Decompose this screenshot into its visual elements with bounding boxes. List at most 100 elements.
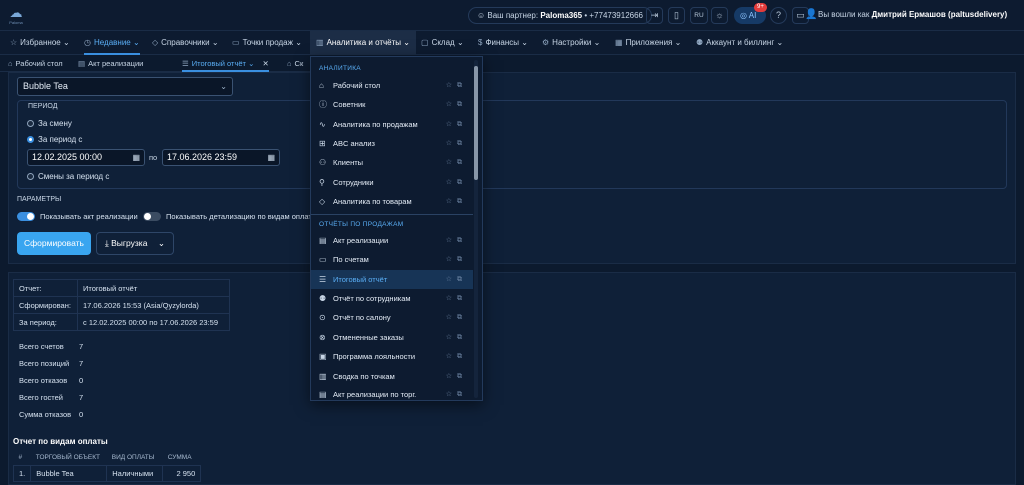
- favorite-open-icons[interactable]: ☆⧉: [446, 153, 467, 172]
- favorite-open-icons[interactable]: ☆⧉: [446, 250, 467, 269]
- users-icon: ⚇: [319, 158, 327, 167]
- nav-account-billing[interactable]: ⚉ Аккаунт и биллинг ⌄: [696, 31, 783, 55]
- favorite-open-icons[interactable]: ☆⧉: [446, 385, 467, 401]
- nav-points-of-sale[interactable]: ▭ Точки продаж ⌄: [232, 31, 302, 55]
- menu-item-employees[interactable]: ⚲ Сотрудники ☆⧉: [311, 173, 473, 192]
- favorite-open-icons[interactable]: ☆⧉: [446, 270, 467, 289]
- favorite-open-icons[interactable]: ☆⧉: [446, 192, 467, 211]
- analytics-dropdown-menu: АНАЛИТИКА ⌂ Рабочий стол ☆⧉ ⓘ Советник ☆⧉ ∿ А…: [310, 56, 483, 401]
- favorite-open-icons[interactable]: ☆⧉: [446, 328, 467, 347]
- tab-sales-act[interactable]: ▤ Акт реализации: [78, 56, 143, 72]
- nav-directories[interactable]: ◇ Справочники ⌄: [152, 31, 219, 55]
- download-icon: ⤓: [105, 238, 109, 248]
- toggle-payment-label: Показывать детализацию по видам оплаты: [166, 212, 310, 221]
- close-icon[interactable]: ✕: [262, 59, 268, 68]
- favorite-open-icons[interactable]: ☆⧉: [446, 173, 467, 192]
- table-header-row: # ТОРГОВЫЙ ОБЪЕКТ ВИД ОПЛАТЫ СУММА: [13, 451, 201, 466]
- list-icon: ☰: [182, 59, 189, 68]
- menu-item-advisor[interactable]: ⓘ Советник ☆⧉: [311, 95, 473, 114]
- favorite-open-icons[interactable]: ☆⧉: [446, 76, 467, 95]
- date-to-label: по: [149, 153, 158, 162]
- favorite-open-icons[interactable]: ☆⧉: [446, 231, 467, 250]
- phone-icon[interactable]: ▯: [668, 7, 685, 24]
- date-from-input[interactable]: 12.02.2025 00:00 ▦: [27, 149, 145, 166]
- doc-icon: ▤: [78, 59, 86, 68]
- stat-label: Сумма отказов: [19, 410, 72, 419]
- gift-icon: ▣: [319, 352, 327, 361]
- stat-value: 7: [79, 393, 84, 402]
- menu-item-sales-act-trade[interactable]: ▤ Акт реализации по торг. ☆⧉: [311, 385, 473, 401]
- menu-item-sales-act[interactable]: ▤ Акт реализации ☆⧉: [311, 231, 473, 250]
- home-icon: ⌂: [319, 81, 324, 90]
- favorite-open-icons[interactable]: ☆⧉: [446, 95, 467, 114]
- menu-item-loyalty[interactable]: ▣ Программа лояльности ☆⧉: [311, 347, 473, 366]
- radio-period[interactable]: За период с: [27, 135, 82, 144]
- menu-item-sales-analytics[interactable]: ∿ Аналитика по продажам ☆⧉: [311, 115, 473, 134]
- favorite-open-icons[interactable]: ☆⧉: [446, 134, 467, 153]
- tab-warehouse[interactable]: ⌂ Ск: [287, 56, 303, 72]
- favorite-open-icons[interactable]: ☆⧉: [446, 289, 467, 308]
- calendar-icon[interactable]: ▦: [132, 150, 140, 165]
- scrollbar-thumb[interactable]: [474, 66, 478, 180]
- radio-shift[interactable]: За смену: [27, 119, 72, 128]
- period-group: [17, 100, 1007, 189]
- favorite-open-icons[interactable]: ☆⧉: [446, 308, 467, 327]
- favorite-open-icons[interactable]: ☆⧉: [446, 347, 467, 366]
- toggle-show-act[interactable]: [17, 212, 35, 221]
- app-logo[interactable]: ☁ Paloma: [8, 5, 24, 25]
- grid-icon: ▦: [615, 38, 623, 47]
- params-label: ПАРАМЕТРЫ: [17, 196, 62, 203]
- nav-settings[interactable]: ⚙ Настройки ⌄: [542, 31, 600, 55]
- tab-bar: ⌂ Рабочий стол ▤ Акт реализации ☰ Итоговый …: [0, 56, 310, 72]
- language-button[interactable]: RU: [690, 7, 708, 24]
- stat-label: Всего счетов: [19, 342, 64, 351]
- table-row: За период: с 12.02.2025 00:00 по 17.06.20…: [13, 313, 230, 331]
- radio-shifts-period[interactable]: Смены за период с: [27, 172, 109, 181]
- nav-analytics[interactable]: ▥ Аналитика и отчёты ⌄: [310, 31, 416, 55]
- pulse-icon: ∿: [319, 120, 326, 129]
- section-analytics-label: АНАЛИТИКА: [319, 65, 361, 72]
- nav-favorites[interactable]: ☆ Избранное ⌄: [10, 31, 70, 55]
- menu-item-clients[interactable]: ⚇ Клиенты ☆⧉: [311, 153, 473, 172]
- clock-icon: ◷: [84, 38, 91, 47]
- help-icon[interactable]: ?: [770, 7, 787, 24]
- generate-button[interactable]: Сформировать: [17, 232, 91, 255]
- menu-divider: [311, 214, 473, 215]
- nav-recent[interactable]: ◷ Недавние ⌄: [84, 31, 140, 55]
- abc-icon: ⊞: [319, 139, 326, 148]
- favorite-open-icons[interactable]: ☆⧉: [446, 367, 467, 386]
- nav-apps[interactable]: ▦ Приложения ⌄: [615, 31, 681, 55]
- cancel-icon: ⊗: [319, 333, 326, 342]
- toggle-show-act-label: Показывать акт реализации: [40, 212, 138, 221]
- menu-item-salon-report[interactable]: ⊙ Отчёт по салону ☆⧉: [311, 308, 473, 327]
- user-info[interactable]: 👤 Вы вошли как Дмитрий Ермашов (paltusdel…: [805, 9, 1007, 20]
- dropdown-scrollbar[interactable]: [474, 60, 478, 398]
- login-icon[interactable]: ⇥: [646, 7, 663, 24]
- tag-icon: ◇: [319, 197, 326, 206]
- toggle-show-payment-details[interactable]: [143, 212, 161, 221]
- menu-item-desktop[interactable]: ⌂ Рабочий стол ☆⧉: [311, 76, 473, 95]
- menu-item-cancelled-orders[interactable]: ⊗ Отмененные заказы ☆⧉: [311, 328, 473, 347]
- nav-finance[interactable]: $ Финансы ⌄: [478, 31, 528, 55]
- favorite-open-icons[interactable]: ☆⧉: [446, 115, 467, 134]
- menu-item-final-report[interactable]: ☰ Итоговый отчёт ☆⧉: [311, 270, 473, 289]
- tab-final-report[interactable]: ☰ Итоговый отчёт ⌄ ✕: [182, 56, 269, 72]
- theme-icon[interactable]: ☼: [711, 7, 728, 24]
- tab-desktop[interactable]: ⌂ Рабочий стол: [8, 56, 63, 72]
- menu-item-abc[interactable]: ⊞ ABC анализ ☆⧉: [311, 134, 473, 153]
- menu-item-staff-report[interactable]: ⚉ Отчёт по сотрудникам ☆⧉: [311, 289, 473, 308]
- account-icon: ⚉: [696, 38, 704, 47]
- menu-item-points-summary[interactable]: ▥ Сводка по точкам ☆⧉: [311, 367, 473, 386]
- payment-report-title: Отчет по видам оплаты: [13, 437, 108, 446]
- nav-warehouse[interactable]: ▢ Склад ⌄: [421, 31, 464, 55]
- calendar-icon[interactable]: ▦: [267, 150, 275, 165]
- receipt-icon: ▭: [319, 255, 327, 264]
- menu-item-product-analytics[interactable]: ◇ Аналитика по товарам ☆⧉: [311, 192, 473, 211]
- user-icon: 👤: [805, 9, 818, 20]
- notification-badge: 9+: [754, 3, 767, 12]
- export-button[interactable]: ⤓ Выгрузка ⌄: [96, 232, 174, 255]
- menu-item-by-bills[interactable]: ▭ По счетам ☆⧉: [311, 250, 473, 269]
- date-to-input[interactable]: 17.06.2026 23:59 ▦: [162, 149, 280, 166]
- shop-select[interactable]: Bubble Tea ⌄: [17, 77, 233, 96]
- stat-label: Всего гостей: [19, 393, 63, 402]
